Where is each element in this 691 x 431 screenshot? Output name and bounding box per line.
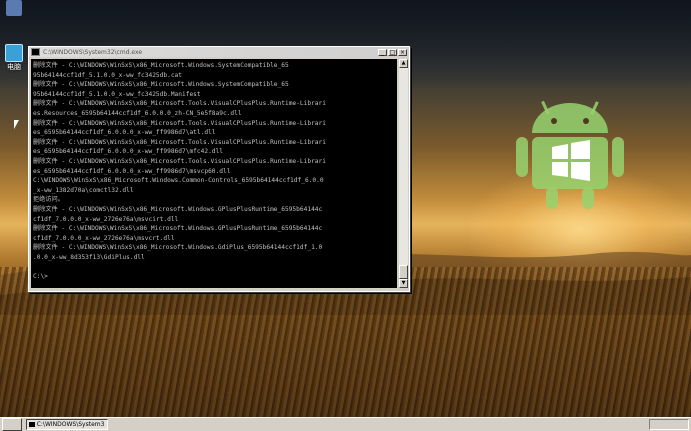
scroll-down-button[interactable]: ▼	[399, 279, 408, 288]
console-line: _x-ww_1382d70a\comctl32.dll	[33, 186, 134, 194]
console-line: 删除文件 - C:\WINDOWS\WinSxS\x86_Microsoft.T…	[33, 119, 326, 127]
cmd-icon	[29, 422, 35, 427]
desktop-icon-network[interactable]: 电脑	[2, 44, 26, 72]
console-line: es_6595b64144ccf1df_6.0.0.0_x-ww_ff9986d…	[33, 167, 231, 175]
mouse-cursor-icon	[14, 120, 19, 129]
console-line: 删除文件 - C:\WINDOWS\WinSxS\x86_Microsoft.T…	[33, 138, 326, 146]
vertical-scrollbar[interactable]: ▲ ▼	[399, 59, 408, 288]
minimize-button[interactable]: _	[378, 48, 387, 56]
system-tray	[649, 419, 689, 430]
console-line: 删除文件 - C:\WINDOWS\WinSxS\x86_Microsoft.T…	[33, 157, 326, 165]
taskbar-item-label: C:\WINDOWS\System32	[36, 421, 105, 428]
console-line: .0.0_x-ww_8d353f13\GdiPlus.dll	[33, 253, 145, 261]
console-line: es_6595b64144ccf1df_6.0.0.0_x-ww_ff9986d…	[33, 148, 223, 156]
console-line: 删除文件 - C:\WINDOWS\WinSxS\x86_Microsoft.T…	[33, 100, 326, 108]
console-line: 95b64144ccf1df_5.1.0.0_x-ww_fc3425db.cat	[33, 71, 183, 79]
console-line: cf1df_7.0.0.0_x-ww_2726e76a\msvcrt.dll	[33, 234, 175, 242]
taskbar-item-cmd[interactable]: C:\WINDOWS\System32	[26, 419, 108, 430]
scroll-thumb[interactable]	[399, 265, 408, 279]
scroll-up-button[interactable]: ▲	[399, 59, 408, 68]
console-line: 删除文件 - C:\WINDOWS\WinSxS\x86_Microsoft.W…	[33, 225, 323, 233]
console-line: es_6595b64144ccf1df_6.0.0.0_x-ww_ff9986d…	[33, 129, 216, 137]
desktop-icon-computer[interactable]	[2, 0, 26, 16]
cmd-console-output[interactable]: 删除文件 - C:\WINDOWS\WinSxS\x86_Microsoft.W…	[31, 59, 397, 288]
taskbar: C:\WINDOWS\System32	[0, 417, 691, 431]
cmd-titlebar[interactable]: C:\WINDOWS\System32\cmd.exe _ □ ×	[29, 47, 409, 57]
cmd-icon	[31, 48, 40, 56]
console-line: 删除文件 - C:\WINDOWS\WinSxS\x86_Microsoft.W…	[33, 244, 323, 252]
console-line: 删除文件 - C:\WINDOWS\WinSxS\x86_Microsoft.W…	[33, 205, 323, 213]
close-button[interactable]: ×	[398, 48, 407, 56]
desktop-icon-label: 电脑	[7, 63, 21, 71]
start-button[interactable]	[2, 418, 22, 431]
cmd-window[interactable]: C:\WINDOWS\System32\cmd.exe _ □ × 删除文件 -…	[28, 46, 410, 292]
console-line: 拒绝访问。	[33, 196, 64, 204]
console-line: cf1df_7.0.0.0_x-ww_2726e76a\msvcirt.dll	[33, 215, 179, 223]
android-windows-logo	[516, 100, 624, 209]
console-line: C:\>	[33, 273, 48, 281]
console-line: es.Resources_6595b64144ccf1df_6.0.0.0_zh…	[33, 109, 242, 117]
network-icon	[5, 44, 23, 62]
computer-icon	[6, 0, 22, 16]
console-line: 删除文件 - C:\WINDOWS\WinSxS\x86_Microsoft.W…	[33, 81, 289, 89]
console-line: 95b64144ccf1df_5.1.0.0_x-ww_fc3425db.Man…	[33, 90, 201, 98]
maximize-button[interactable]: □	[388, 48, 397, 56]
cmd-title: C:\WINDOWS\System32\cmd.exe	[43, 48, 143, 56]
console-line: C:\WINDOWS\WinSxS\x86_Microsoft.Windows.…	[33, 177, 324, 185]
console-line: 删除文件 - C:\WINDOWS\WinSxS\x86_Microsoft.W…	[33, 62, 289, 69]
